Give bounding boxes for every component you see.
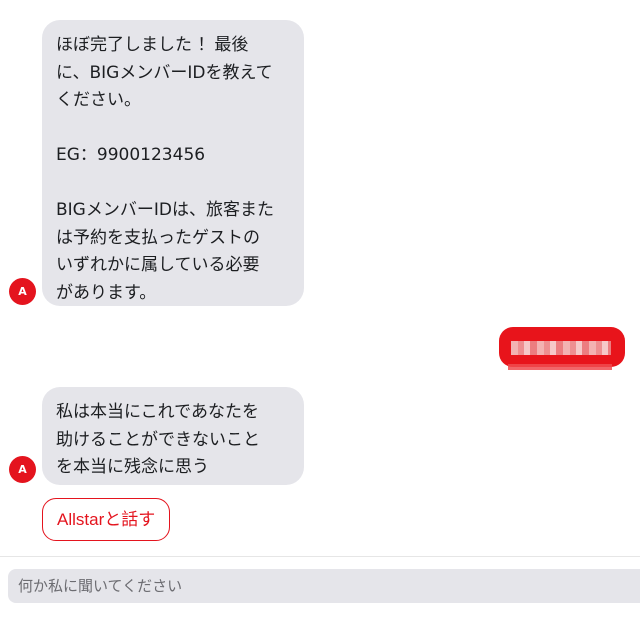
composer-divider	[0, 556, 640, 557]
user-message-bubble-redacted	[499, 327, 625, 367]
bot-message-bubble: 私は本当にこれであなたを 助けることができないこと を本当に残念に思う	[42, 387, 304, 485]
talk-to-allstar-button[interactable]: Allstarと話す	[42, 498, 171, 541]
pixelated-redaction	[511, 341, 611, 355]
chat-window: ほぼ完了しました ！最後 に、BIGメンバーIDを教えて ください。 EG：99…	[0, 0, 640, 633]
bot-avatar: A	[9, 456, 36, 483]
composer	[8, 569, 640, 603]
bot-avatar: A	[9, 278, 36, 305]
bot-message-bubble: ほぼ完了しました ！最後 に、BIGメンバーIDを教えて ください。 EG：99…	[42, 20, 304, 306]
message-input[interactable]	[8, 569, 640, 603]
pixelated-redaction-shadow	[508, 364, 612, 370]
